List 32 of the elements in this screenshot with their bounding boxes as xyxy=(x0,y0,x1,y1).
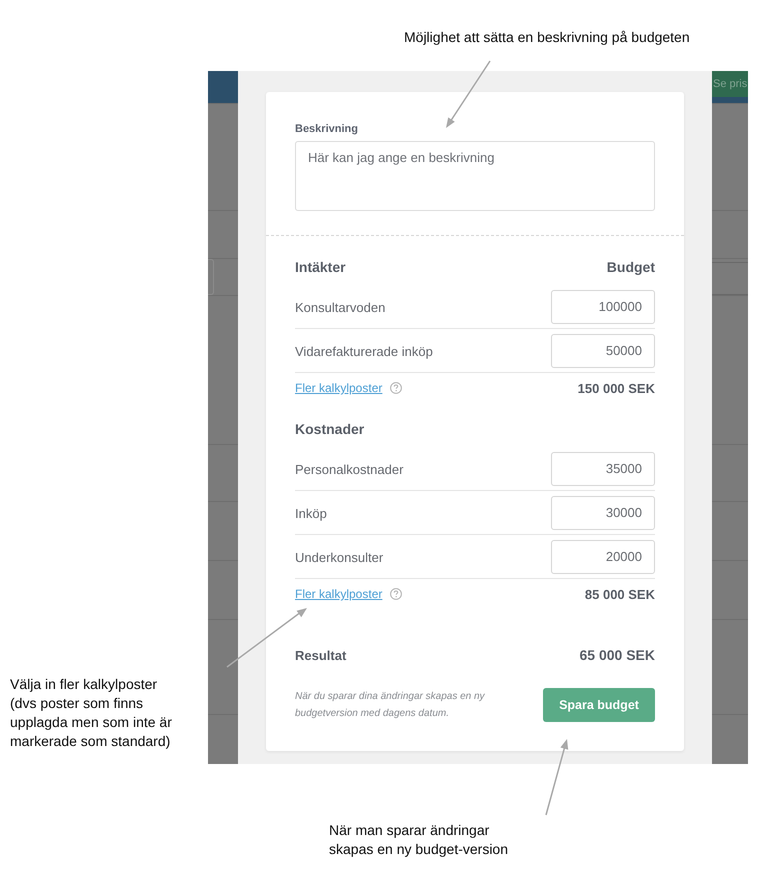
column-heading: Budget xyxy=(606,259,655,275)
budget-item-label: Personalkostnader xyxy=(295,462,404,476)
save-hint-text: När du sparar dina ändringar skapas en ny budgetversion med dagens datum. xyxy=(295,690,485,721)
section-heading: Kostnader xyxy=(295,421,364,437)
help-icon[interactable] xyxy=(390,382,402,394)
annotation-text: När man sparar ändringar skapas en ny budget-version xyxy=(329,821,509,859)
amount-field[interactable]: 50000 xyxy=(551,334,655,368)
description-field[interactable]: Här kan jag ange en beskrivning xyxy=(295,141,655,211)
section-total: 150 000 SEK xyxy=(578,380,655,396)
annotation-text: Möjlighet att sätta en beskrivning på budgeten xyxy=(404,29,690,45)
app-header-bar xyxy=(208,71,238,103)
budget-item-label: Underkonsulter xyxy=(295,550,384,564)
budget-item-label: Vidarefakturerade inköp xyxy=(295,344,433,358)
background-input-field xyxy=(712,262,748,295)
amount-field[interactable]: 100000 xyxy=(551,290,655,324)
amount-field[interactable]: 30000 xyxy=(551,496,655,530)
section-heading: Intäkter xyxy=(295,259,346,275)
section-total: 85 000 SEK xyxy=(584,586,655,602)
field-label: Beskrivning xyxy=(295,123,359,136)
background-input-field xyxy=(208,259,214,295)
amount-field[interactable]: 20000 xyxy=(551,540,655,574)
annotation-text: Välja in fler kalkylposter (dvs poster som finns upplagda men som inte är markerade som standard) xyxy=(10,675,173,751)
result-label: Resultat xyxy=(295,648,346,662)
result-value: 65 000 SEK xyxy=(580,647,655,663)
annotation-arrow xyxy=(446,60,491,128)
more-items-link[interactable]: Fler kalkylposter xyxy=(295,381,382,395)
help-icon[interactable] xyxy=(390,588,402,600)
more-items-link[interactable]: Fler kalkylposter xyxy=(295,587,382,601)
budget-item-label: Inköp xyxy=(295,506,327,520)
budget-item-label: Konsultarvoden xyxy=(295,300,386,314)
save-budget-button[interactable]: Spara budget xyxy=(543,688,655,722)
amount-field[interactable]: 35000 xyxy=(551,452,655,486)
